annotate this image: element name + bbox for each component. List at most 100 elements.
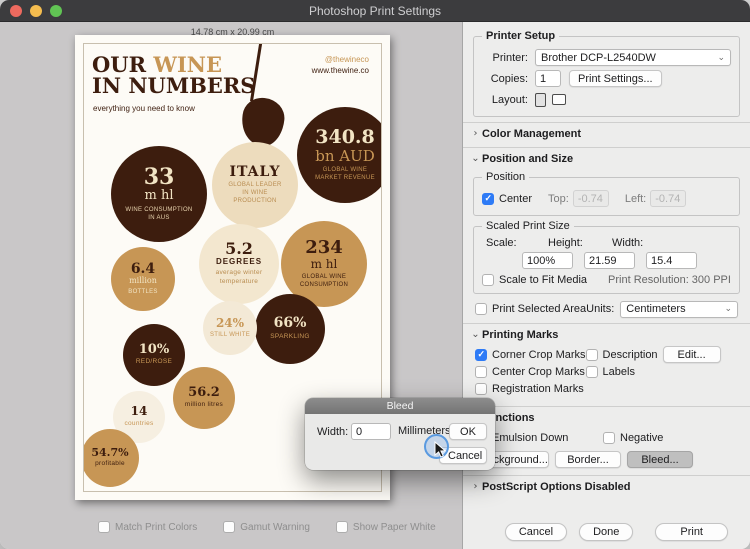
match-print-colors-checkbox[interactable] [98, 521, 110, 533]
description-row: Description Edit... [586, 346, 750, 363]
registration-marks-checkbox[interactable] [475, 383, 487, 395]
titlebar: Photoshop Print Settings [0, 0, 750, 22]
description-label: Description [603, 349, 658, 361]
print-button[interactable]: Print [655, 523, 728, 541]
photoshop-print-settings-window: Photoshop Print Settings 14.78 cm x 20.9… [0, 0, 750, 549]
printer-label: Printer: [482, 52, 528, 64]
negative-label: Negative [620, 432, 663, 444]
chevron-right-icon: › [469, 128, 482, 139]
center-label: Center [499, 193, 532, 205]
dialog-footer-buttons: Cancel Done Print [505, 523, 728, 541]
print-selected-area-row: Print Selected Area Units: Centimeters ⌄ [463, 300, 750, 318]
wine-glass-bowl-graphic [240, 96, 287, 148]
done-button[interactable]: Done [579, 523, 633, 541]
negative-checkbox[interactable] [603, 432, 615, 444]
height-label: Height: [548, 237, 612, 249]
match-print-colors-label: Match Print Colors [115, 522, 197, 533]
chevron-down-icon: ⌄ [724, 304, 732, 314]
stat-bubble-still-white: 24% STILL WHITE [203, 301, 257, 355]
copies-input[interactable] [535, 70, 561, 87]
section-postscript-options[interactable]: › PostScript Options Disabled [463, 478, 750, 495]
section-color-management[interactable]: › Color Management [463, 125, 750, 142]
copies-label: Copies: [482, 73, 528, 85]
center-crop-marks-label: Center Crop Marks [492, 366, 585, 378]
poster-handle: @thewineco [312, 54, 369, 65]
bleed-ok-button[interactable]: OK [449, 423, 487, 440]
gamut-warning-checkbox[interactable] [223, 521, 235, 533]
center-checkbox[interactable] [482, 193, 494, 205]
poster-website: www.thewine.co [312, 65, 369, 76]
printing-marks-title: Printing Marks [482, 329, 558, 341]
gamut-warning-option: Gamut Warning [223, 521, 310, 533]
section-position-and-size[interactable]: ⌄ Position and Size [463, 150, 750, 167]
position-group: Position Center Top: Left: [473, 177, 740, 216]
border-button[interactable]: Border... [555, 451, 621, 468]
scale-labels-row: Scale: Height: Width: [482, 236, 731, 249]
top-input[interactable] [573, 190, 609, 207]
poster-title: OUR WINE IN NUMBERS [92, 54, 255, 96]
window-title: Photoshop Print Settings [0, 4, 750, 18]
top-label: Top: [548, 193, 569, 205]
registration-marks-label: Registration Marks [492, 383, 584, 395]
width-input[interactable] [646, 252, 697, 269]
print-selected-area-checkbox[interactable] [475, 303, 487, 315]
print-resolution-note: Print Resolution: 300 PPI [608, 274, 731, 286]
cancel-button[interactable]: Cancel [505, 523, 567, 541]
printer-select[interactable]: Brother DCP-L2540DW ⌄ [535, 49, 731, 66]
position-and-size-title: Position and Size [482, 153, 573, 165]
description-checkbox[interactable] [586, 349, 598, 361]
position-group-label: Position [482, 171, 529, 183]
scale-to-fit-media-label: Scale to Fit Media [499, 274, 587, 286]
section-printing-marks[interactable]: ⌄ Printing Marks [463, 326, 750, 343]
printer-setup-header: Printer Setup [482, 30, 559, 42]
units-label: Units: [586, 303, 614, 315]
stat-bubble-aus-consumption: 33 m hl WINE CONSUMPTION IN AUS [111, 146, 207, 242]
functions-options: Emulsion Down Negative [463, 426, 750, 446]
chevron-down-icon: ⌄ [717, 53, 725, 63]
stat-bubble-italy: ITALY GLOBAL LEADER IN WINE PRODUCTION [212, 142, 298, 228]
left-input[interactable] [650, 190, 686, 207]
divider [463, 323, 750, 324]
print-selected-area-label: Print Selected Area [492, 303, 586, 315]
layout-portrait-icon[interactable] [535, 93, 546, 107]
mouse-cursor-icon [434, 441, 447, 458]
labels-row: Labels [586, 363, 750, 380]
labels-label: Labels [603, 366, 635, 378]
center-crop-marks-checkbox[interactable] [475, 366, 487, 378]
labels-checkbox[interactable] [586, 366, 598, 378]
preview-options-bar: Match Print Colors Gamut Warning Show Pa… [98, 521, 436, 533]
bleed-button[interactable]: Bleed... [627, 451, 693, 468]
scale-inputs-row [522, 252, 731, 269]
corner-crop-marks-label: Corner Crop Marks [492, 349, 586, 361]
position-row: Center Top: Left: [482, 189, 731, 208]
layout-row: Layout: [482, 90, 731, 109]
print-settings-button[interactable]: Print Settings... [569, 70, 662, 87]
chevron-down-icon: ⌄ [469, 329, 482, 340]
units-select[interactable]: Centimeters ⌄ [620, 301, 738, 318]
printer-select-value: Brother DCP-L2540DW [541, 52, 656, 64]
height-input[interactable] [584, 252, 635, 269]
bleed-dialog-body: Width: Millimeters ⌄ OK Cancel [305, 414, 495, 470]
divider [463, 122, 750, 123]
print-settings-panel: Printer Setup Printer: Brother DCP-L2540… [462, 22, 750, 549]
color-management-title: Color Management [482, 128, 581, 140]
edit-description-button[interactable]: Edit... [663, 346, 721, 363]
bleed-width-input[interactable] [351, 423, 391, 440]
chevron-right-icon: › [469, 481, 482, 492]
match-print-colors-option: Match Print Colors [98, 521, 197, 533]
layout-label: Layout: [482, 94, 528, 106]
corner-crop-marks-checkbox[interactable] [475, 349, 487, 361]
corner-crop-marks-row: Corner Crop Marks [475, 346, 586, 363]
printer-setup-group: Printer Setup Printer: Brother DCP-L2540… [473, 36, 740, 117]
scale-input[interactable] [522, 252, 573, 269]
layout-landscape-icon[interactable] [552, 94, 566, 105]
stat-bubble-million-bottles: 6.4 million BOTTLES [111, 247, 175, 311]
stat-bubble-market-revenue: 340.8 bn AUD GLOBAL WINE MARKET REVENUE [297, 107, 381, 203]
section-functions[interactable]: ⌄ Functions [463, 409, 750, 426]
bleed-dialog: Bleed Width: Millimeters ⌄ OK Cancel [305, 398, 495, 470]
gamut-warning-label: Gamut Warning [240, 522, 310, 533]
postscript-options-title: PostScript Options Disabled [482, 481, 631, 493]
scale-to-fit-media-checkbox[interactable] [482, 274, 494, 286]
show-paper-white-checkbox[interactable] [336, 521, 348, 533]
scale-label: Scale: [486, 237, 548, 249]
